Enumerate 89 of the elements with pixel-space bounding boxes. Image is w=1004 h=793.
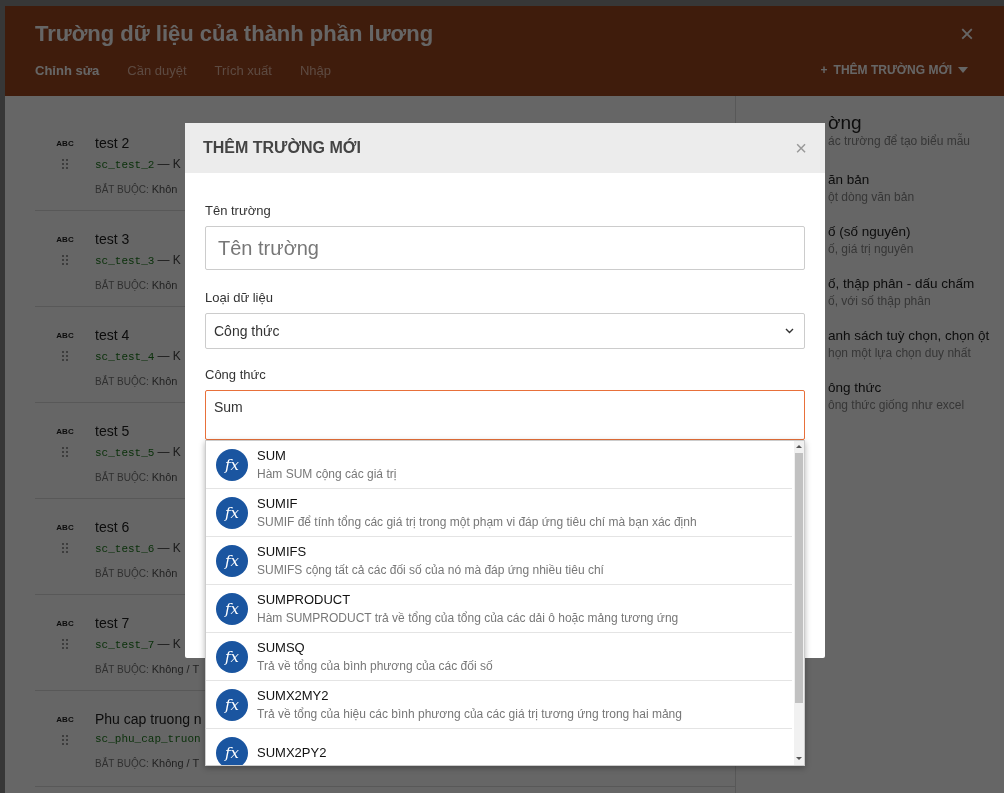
field-key: sc_test_3	[95, 255, 155, 267]
function-description: Hàm SUMPRODUCT trả về tổng của tổng của các dải ô hoặc mảng tương ứng	[257, 611, 679, 625]
function-description: SUMIFS cộng tất cả các đối số của nó mà đáp ứng nhiều tiêu chí	[257, 563, 604, 577]
required-value: Không / T	[151, 757, 200, 769]
formula-input[interactable]: Sum	[205, 390, 805, 440]
suggestion-item[interactable]: fx SUMIFS SUMIFS cộng tất cả các đối số của nó mà đáp ứng nhiều tiêu chí	[206, 537, 792, 585]
required-value: Không / T	[151, 663, 200, 675]
drag-handle-icon[interactable]	[62, 734, 68, 746]
drag-handle-icon[interactable]	[62, 542, 68, 554]
field-key: sc_test_5	[95, 447, 155, 459]
function-description: SUMIF để tính tổng các giá trị trong một phạm vi đáp ứng tiêu chí mà bạn xác định	[257, 515, 697, 529]
type-label: ABC	[56, 427, 74, 436]
suggestion-item[interactable]: fx SUMX2PY2	[206, 729, 792, 765]
field-key-suffix: — K	[157, 637, 181, 651]
function-icon: fx	[216, 592, 248, 625]
field-title: test 7	[95, 615, 130, 631]
add-field-button[interactable]: + THÊM TRƯỜNG MỚI	[814, 62, 974, 78]
function-icon: fx	[216, 496, 248, 529]
required-value: Khôn	[151, 279, 178, 291]
function-name: SUMX2MY2	[257, 688, 330, 703]
field-key-suffix: — K	[157, 349, 181, 363]
field-type-title[interactable]: ăn bản	[828, 172, 870, 187]
type-label: ABC	[56, 619, 74, 628]
function-icon: fx	[216, 688, 248, 721]
function-icon: fx	[216, 544, 248, 577]
field-key-suffix: — K	[157, 253, 181, 267]
field-key-suffix: — K	[157, 541, 181, 555]
function-icon: fx	[216, 448, 248, 481]
type-select[interactable]: Công thức	[205, 313, 805, 349]
type-label: ABC	[56, 715, 74, 724]
suggestion-item[interactable]: fx SUMIF SUMIF để tính tổng các giá trị trong một phạm vi đáp ứng tiêu chí mà bạn xác định	[206, 489, 792, 537]
field-type-title[interactable]: anh sách tuỳ chọn, chọn ột	[828, 328, 990, 343]
field-key: sc_test_2	[95, 159, 155, 171]
field-key: sc_test_7	[95, 639, 155, 651]
type-label: ABC	[56, 523, 74, 532]
function-name: SUMX2PY2	[257, 745, 327, 760]
suggestion-item[interactable]: fx SUMX2MY2 Trả về tổng của hiệu các bình phương của các giá trị tương ứng trong hai mảng	[206, 681, 792, 729]
function-name: SUM	[257, 448, 287, 463]
name-input[interactable]: Tên trường	[205, 226, 805, 270]
field-title: test 5	[95, 423, 130, 439]
close-button[interactable]: ×	[960, 20, 974, 48]
field-title: Phu cap truong n	[95, 711, 202, 727]
window-title: Trường dữ liệu của thành phần lương	[35, 21, 434, 47]
field-title: test 6	[95, 519, 130, 535]
function-description: Trả về tổng của hiệu các bình phương của các giá trị tương ứng trong hai mảng	[257, 707, 682, 721]
type-label: ABC	[56, 235, 74, 244]
drag-handle-icon[interactable]	[62, 158, 68, 170]
drag-handle-icon[interactable]	[62, 638, 68, 650]
dialog-title: THÊM TRƯỜNG MỚI	[203, 139, 361, 157]
scrollbar[interactable]	[794, 441, 804, 765]
drag-handle-icon[interactable]	[62, 446, 68, 458]
drag-handle-icon[interactable]	[62, 350, 68, 362]
field-label: Loại dữ liệu	[205, 290, 273, 305]
type-label: ABC	[56, 331, 74, 340]
required-value: Khôn	[151, 183, 178, 195]
function-icon: fx	[216, 640, 248, 673]
field-key: sc_test_4	[95, 351, 155, 363]
field-key: sc_phu_cap_truon	[95, 733, 201, 745]
field-type-title[interactable]: ố, thập phân - dấu chấm	[828, 276, 975, 291]
function-name: SUMIF	[257, 496, 299, 511]
tab[interactable]: Chỉnh sửa	[35, 62, 100, 78]
field-title: test 3	[95, 231, 130, 247]
field-key-suffix: — K	[157, 157, 181, 171]
field-title: test 4	[95, 327, 130, 343]
field-key: sc_test_6	[95, 543, 155, 555]
suggestion-item[interactable]: fx SUMPRODUCT Hàm SUMPRODUCT trả về tổng của tổng của các dải ô hoặc mảng tương ứng	[206, 585, 792, 633]
function-description: Trả về tổng của bình phương của các đối số	[257, 659, 493, 673]
suggestion-item[interactable]: fx SUM Hàm SUM cộng các giá trị	[206, 441, 792, 489]
suggestion-item[interactable]: fx SUMSQ Trả về tổng của bình phương của các đối số	[206, 633, 792, 681]
close-button[interactable]: ×	[795, 136, 807, 160]
field-key-suffix: — K	[157, 445, 181, 459]
field-type-title[interactable]: ông thức	[828, 380, 882, 395]
function-name: SUMIFS	[257, 544, 308, 559]
field-label: Tên trường	[205, 203, 271, 218]
field-label: Công thức	[205, 367, 266, 382]
field-title: test 2	[95, 135, 130, 151]
function-description: Hàm SUM cộng các giá trị	[257, 467, 397, 481]
function-icon: fx	[216, 736, 248, 765]
panel-heading: ờng	[828, 112, 862, 134]
function-name: SUMSQ	[257, 640, 306, 655]
required-value: Khôn	[151, 471, 178, 483]
required-value: Khôn	[151, 375, 178, 387]
chevron-icon	[785, 328, 794, 334]
required-value: Khôn	[151, 567, 178, 579]
drag-handle-icon[interactable]	[62, 254, 68, 266]
type-label: ABC	[56, 139, 74, 148]
function-name: SUMPRODUCT	[257, 592, 352, 607]
field-type-title[interactable]: ố (số nguyên)	[828, 224, 911, 239]
caret-icon	[958, 67, 968, 73]
